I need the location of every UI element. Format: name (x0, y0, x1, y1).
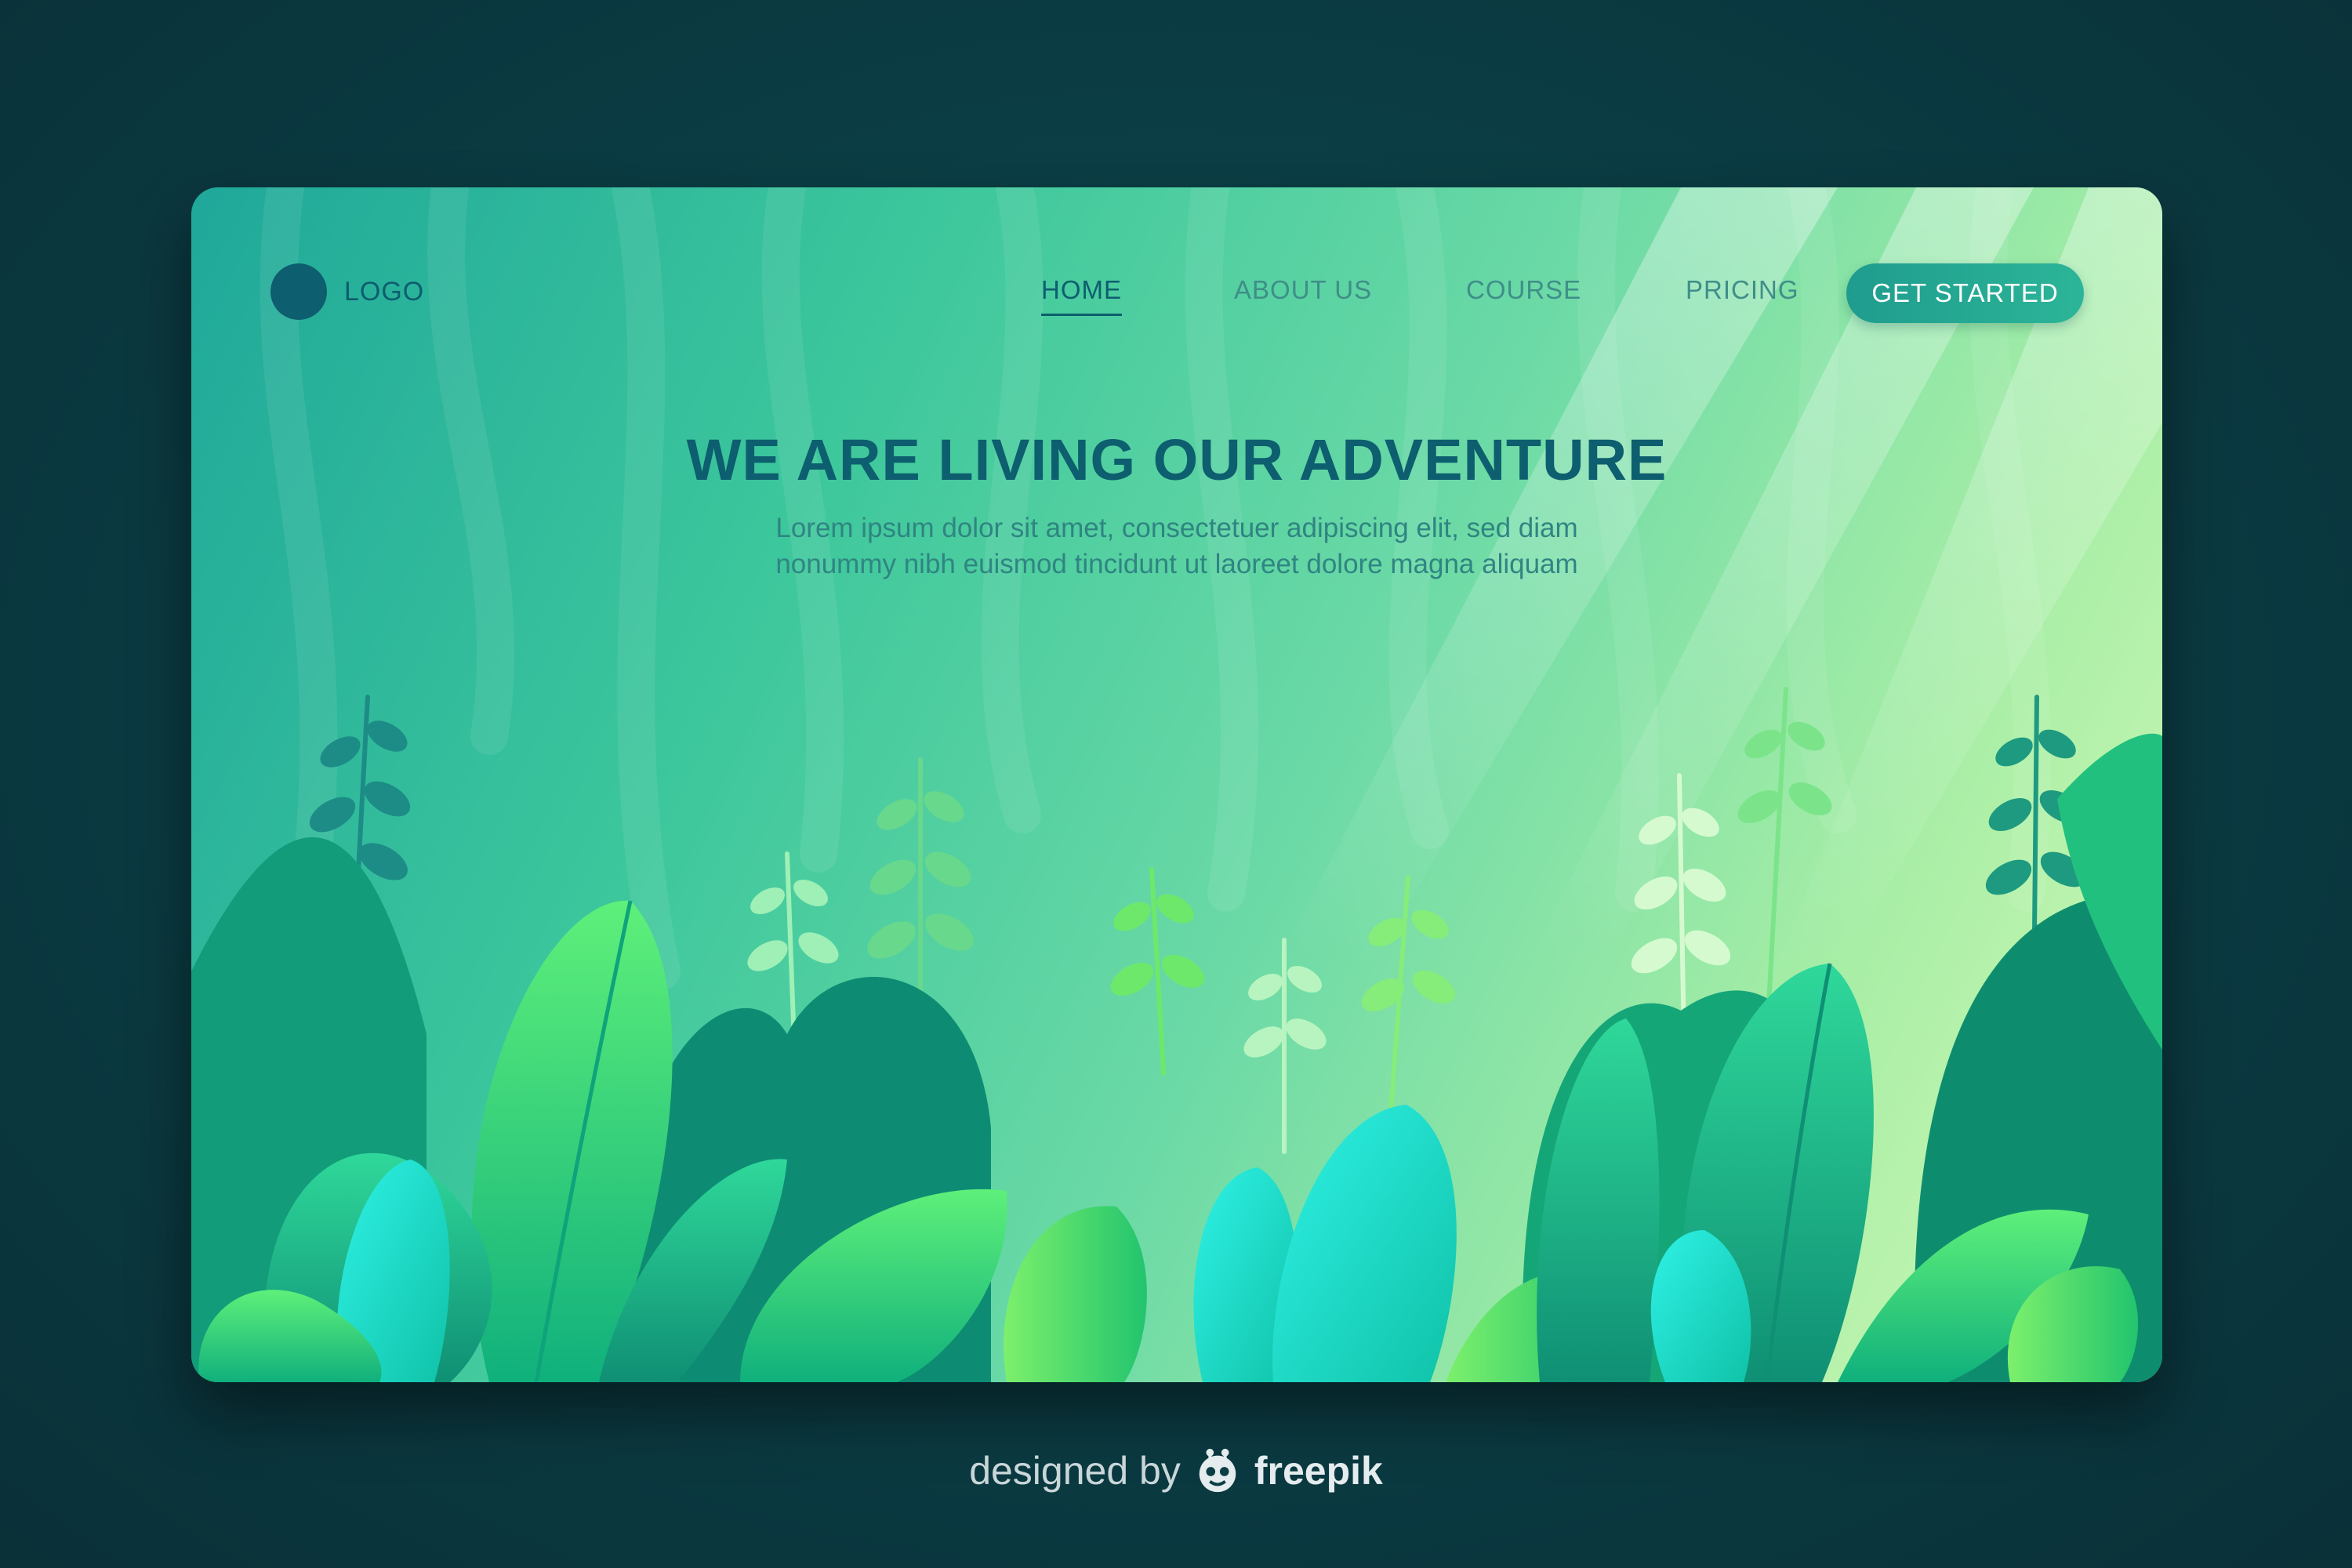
hero-section: WE ARE LIVING OUR ADVENTURE Lorem ipsum … (191, 426, 2162, 583)
hero-subtitle: Lorem ipsum dolor sit amet, consectetuer… (667, 510, 1686, 583)
get-started-button[interactable]: GET STARTED (1846, 263, 2084, 323)
nav-item-course[interactable]: COURSE (1466, 275, 1581, 305)
attribution-prefix: designed by (969, 1449, 1181, 1493)
hero-subtitle-line-2: nonummy nibh euismod tincidunt ut laoree… (775, 549, 1578, 579)
nav-item-about-us[interactable]: ABOUT US (1234, 275, 1372, 305)
attribution: designed by freepik (0, 1446, 2352, 1495)
hero-subtitle-line-1: Lorem ipsum dolor sit amet, consectetuer… (775, 513, 1578, 543)
top-navigation: LOGO HOME ABOUT US COURSE PRICING GET ST… (191, 187, 2162, 368)
circle-logo-icon (270, 263, 327, 320)
landing-card: LOGO HOME ABOUT US COURSE PRICING GET ST… (191, 187, 2162, 1382)
hero-title: WE ARE LIVING OUR ADVENTURE (686, 427, 1668, 492)
logo-text: LOGO (344, 276, 425, 307)
attribution-brand: freepik (1254, 1449, 1383, 1493)
nav-item-pricing[interactable]: PRICING (1686, 275, 1799, 305)
freepik-mascot-icon (1193, 1446, 1242, 1495)
nav-item-home[interactable]: HOME (1041, 275, 1122, 316)
logo[interactable]: LOGO (270, 263, 424, 320)
